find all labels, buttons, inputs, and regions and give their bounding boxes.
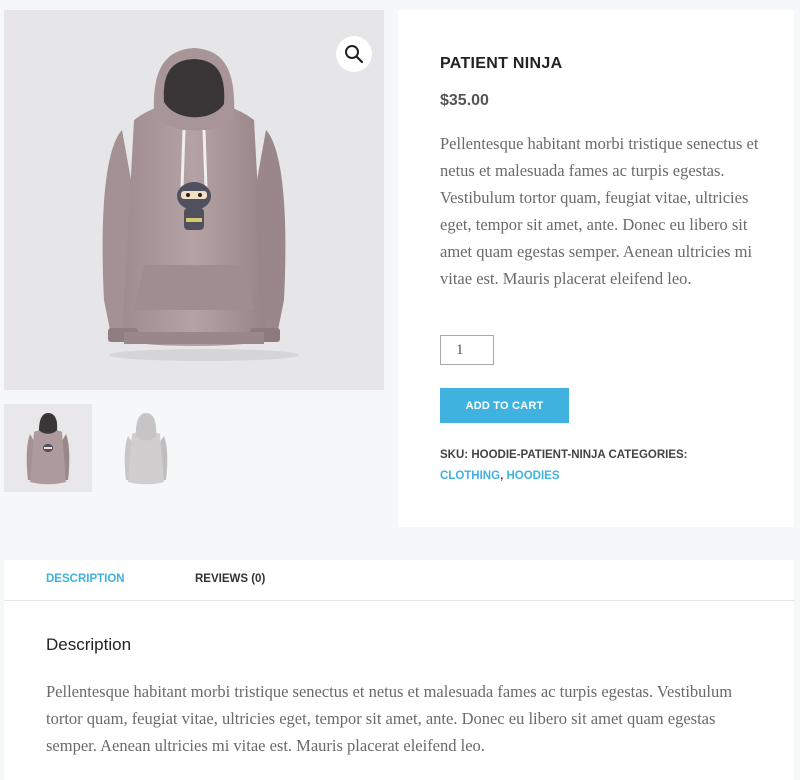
product-main-image[interactable] xyxy=(4,10,384,390)
tab-reviews[interactable]: REVIEWS (0) xyxy=(195,573,265,585)
product-title: PATIENT NINJA xyxy=(440,55,563,72)
categories-label: CATEGORIES: xyxy=(608,449,688,461)
product-summary: PATIENT NINJA $35.00 Pellentesque habita… xyxy=(398,10,794,527)
add-to-cart-button[interactable]: ADD TO CART xyxy=(440,388,569,423)
sku-value: HOODIE-PATIENT-NINJA xyxy=(471,449,606,461)
zoom-button[interactable] xyxy=(336,36,372,72)
thumbnail-front[interactable] xyxy=(4,404,92,492)
hoodie-front-image xyxy=(102,48,299,361)
description-text: Pellentesque habitant morbi tristique se… xyxy=(46,682,733,755)
gallery-thumbnails xyxy=(4,404,190,492)
category-link-clothing[interactable]: CLOTHING xyxy=(440,470,500,482)
quantity-input[interactable] xyxy=(440,335,494,365)
product-short-description: Pellentesque habitant morbi tristique se… xyxy=(440,134,759,288)
thumbnail-back[interactable] xyxy=(102,404,190,492)
product-meta: SKU: HOODIE-PATIENT-NINJA CATEGORIES: CL… xyxy=(440,445,730,487)
sku-label: SKU: xyxy=(440,449,469,461)
tabs-bar: DESCRIPTION REVIEWS (0) xyxy=(4,560,794,601)
description-heading: Description xyxy=(46,635,132,654)
product-price: $35.00 xyxy=(440,92,489,109)
product-tabs: DESCRIPTION REVIEWS (0) Description Pell… xyxy=(4,560,794,780)
hoodie-front-thumb-image xyxy=(26,413,70,485)
hoodie-back-thumb-image xyxy=(124,413,168,485)
tab-description[interactable]: DESCRIPTION xyxy=(46,573,125,585)
category-link-hoodies[interactable]: HOODIES xyxy=(506,470,559,482)
magnifier-icon xyxy=(345,45,364,64)
